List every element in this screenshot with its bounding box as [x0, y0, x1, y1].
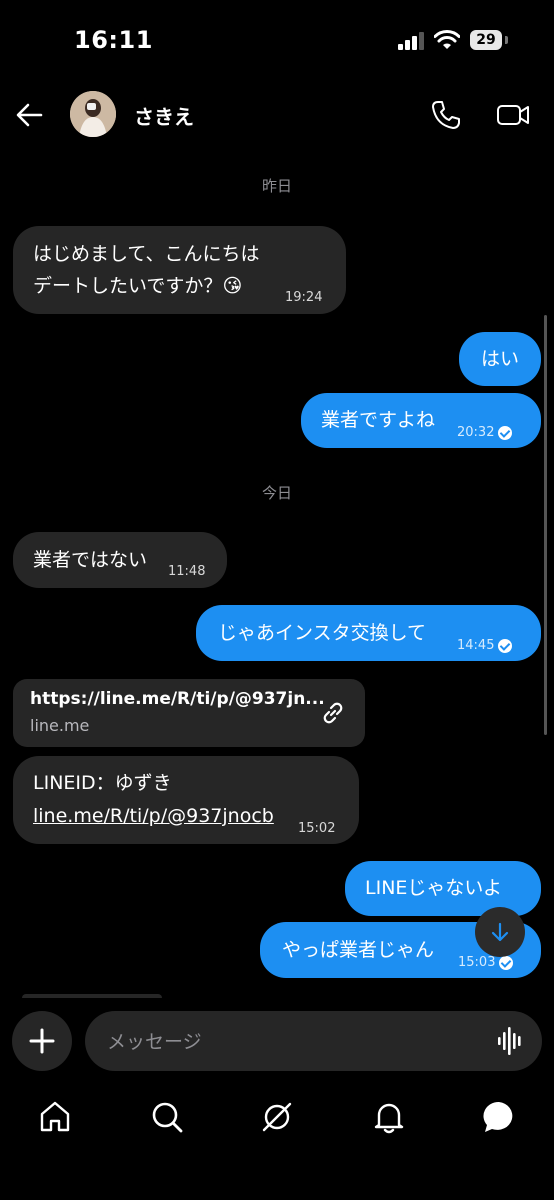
add-attachment-button[interactable] — [12, 1011, 72, 1071]
outgoing-message[interactable]: はい — [459, 332, 541, 386]
message-time: 19:24 — [285, 290, 323, 305]
notifications-bell-icon[interactable] — [372, 1100, 406, 1134]
message-meta: 14:45 — [457, 632, 513, 660]
link-preview-card[interactable]: https://line.me/R/ti/p/@937jn... line.me — [13, 679, 365, 747]
message-link[interactable]: line.me/R/ti/p/@937jnocb — [33, 802, 274, 830]
message-input[interactable]: メッセージ — [85, 1011, 542, 1071]
message-text: LINEじゃないよ — [365, 877, 503, 899]
message-meta: 20:32 — [457, 419, 513, 447]
back-arrow-icon[interactable] — [14, 100, 44, 130]
scroll-down-button[interactable] — [475, 907, 525, 957]
message-text: 業者ではない — [33, 549, 148, 571]
read-check-icon — [498, 639, 513, 653]
contact-name[interactable]: さきえ — [134, 101, 194, 130]
scrollbar[interactable] — [544, 315, 547, 735]
message-text: やっぱ業者じゃん — [282, 939, 435, 961]
message-time: 14:45 — [457, 638, 495, 653]
message-time: 11:48 — [168, 564, 206, 579]
wifi-icon — [434, 30, 460, 49]
date-separator-today: 今日 — [261, 484, 292, 502]
link-url: https://line.me/R/ti/p/@937jn... — [30, 689, 325, 709]
message-input-placeholder: メッセージ — [107, 1031, 202, 1053]
read-check-icon — [499, 956, 514, 970]
message-time: 15:02 — [298, 821, 336, 836]
message-text: はじめまして、こんにちは — [33, 243, 260, 265]
arrow-down-icon — [491, 922, 509, 942]
signal-icon — [398, 32, 424, 50]
message-text: LINEID：ゆずき — [33, 772, 172, 794]
partial-message-edge — [22, 994, 162, 998]
outgoing-message[interactable]: じゃあインスタ交換して 14:45 — [196, 605, 541, 661]
incoming-message[interactable]: LINEID：ゆずき line.me/R/ti/p/@937jnocb 15:0… — [13, 756, 359, 844]
voice-waveform-icon[interactable] — [498, 1027, 524, 1055]
link-domain: line.me — [30, 716, 90, 735]
search-icon[interactable] — [150, 1100, 184, 1134]
incoming-message[interactable]: はじめまして、こんにちは デートしたいですか？😘 19:24 — [13, 226, 346, 314]
battery-icon: 29 — [470, 30, 510, 50]
date-separator-yesterday: 昨日 — [261, 177, 292, 195]
plus-icon — [29, 1028, 55, 1054]
read-check-icon — [498, 426, 513, 440]
message-text: 業者ですよね — [321, 409, 436, 431]
kiss-emoji-icon: 😘 — [222, 275, 243, 297]
outgoing-message[interactable]: 業者ですよね 20:32 — [301, 393, 541, 448]
phone-icon[interactable] — [430, 99, 462, 131]
message-text: はい — [481, 348, 520, 370]
explore-compass-icon[interactable] — [260, 1100, 294, 1134]
link-icon[interactable] — [319, 699, 347, 727]
battery-level: 29 — [470, 30, 502, 50]
incoming-message[interactable]: 業者ではない 11:48 — [13, 532, 227, 588]
message-text: デートしたいですか？😘 — [33, 275, 243, 297]
video-camera-icon[interactable] — [496, 100, 530, 130]
message-time: 20:32 — [457, 425, 495, 440]
message-text: じゃあインスタ交換して — [218, 622, 427, 644]
messages-bubble-icon[interactable] — [482, 1100, 516, 1134]
home-icon[interactable] — [38, 1100, 72, 1134]
status-time: 16:11 — [74, 26, 153, 54]
avatar[interactable] — [70, 91, 116, 137]
